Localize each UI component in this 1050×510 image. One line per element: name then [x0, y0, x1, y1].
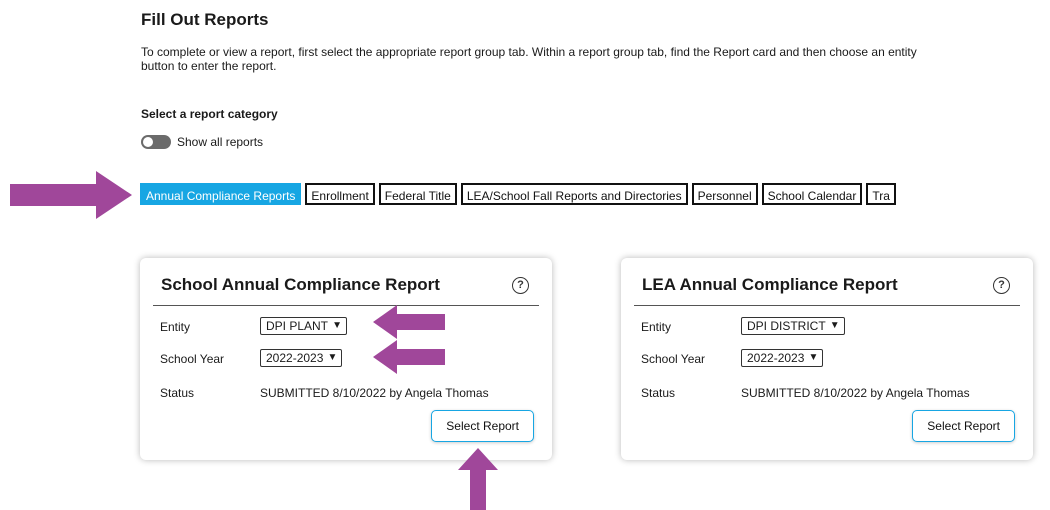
tab-school-calendar[interactable]: School Calendar	[761, 183, 863, 205]
school-year-select[interactable]: 2022-2023 ▼	[260, 349, 343, 367]
question-circle-icon[interactable]: ?	[993, 277, 1010, 294]
show-all-reports-toggle[interactable]	[141, 135, 171, 149]
question-circle-icon[interactable]: ?	[512, 277, 529, 294]
report-category-tabs: Annual Compliance Reports Enrollment Fed…	[140, 183, 896, 205]
tab-enrollment[interactable]: Enrollment	[305, 183, 375, 205]
intro-text: To complete or view a report, first sele…	[141, 45, 1050, 73]
category-label: Select a report category	[141, 107, 278, 121]
toggle-label: Show all reports	[177, 135, 264, 149]
tab-personnel[interactable]: Personnel	[691, 183, 758, 205]
school-annual-compliance-card: School Annual Compliance Report ? Entity…	[140, 258, 552, 460]
intro-line-2: button to enter the report.	[141, 59, 277, 73]
page-title: Fill Out Reports	[141, 10, 269, 29]
status-label: Status	[641, 386, 676, 400]
status-value: SUBMITTED 8/10/2022 by Angela Thomas	[741, 386, 970, 400]
card-header: LEA Annual Compliance Report ?	[634, 258, 1020, 306]
status-value: SUBMITTED 8/10/2022 by Angela Thomas	[260, 386, 489, 400]
entity-value: DPI PLANT	[266, 319, 329, 333]
tab-federal-title[interactable]: Federal Title	[378, 183, 457, 205]
lea-annual-compliance-card: LEA Annual Compliance Report ? Entity DP…	[621, 258, 1033, 460]
school-year-label: School Year	[160, 352, 225, 366]
card-title: School Annual Compliance Report	[161, 275, 440, 294]
toggle-knob	[143, 137, 153, 147]
entity-value: DPI DISTRICT	[747, 319, 826, 333]
arrow-annotation-icon	[458, 448, 498, 510]
tab-lea-school-fall-reports[interactable]: LEA/School Fall Reports and Directories	[460, 183, 688, 205]
show-all-reports-toggle-row: Show all reports	[141, 135, 263, 149]
arrow-annotation-icon	[10, 171, 132, 219]
entity-label: Entity	[641, 320, 672, 334]
school-year-value: 2022-2023	[747, 351, 805, 365]
school-year-label: School Year	[641, 352, 706, 366]
chevron-down-icon: ▼	[829, 320, 840, 331]
school-year-value: 2022-2023	[266, 351, 324, 365]
card-header: School Annual Compliance Report ?	[153, 258, 539, 306]
arrow-annotation-icon	[373, 340, 445, 374]
school-year-select[interactable]: 2022-2023 ▼	[741, 349, 824, 367]
status-label: Status	[160, 386, 195, 400]
select-report-button[interactable]: Select Report	[912, 410, 1015, 442]
intro-line-1: To complete or view a report, first sele…	[141, 45, 917, 59]
entity-select[interactable]: DPI PLANT ▼	[260, 317, 348, 335]
tab-annual-compliance-reports[interactable]: Annual Compliance Reports	[140, 183, 302, 205]
chevron-down-icon: ▼	[327, 352, 338, 363]
arrow-annotation-icon	[373, 305, 445, 339]
card-title: LEA Annual Compliance Report	[642, 275, 898, 294]
select-report-button[interactable]: Select Report	[431, 410, 534, 442]
tab-truncated[interactable]: Tra	[866, 183, 896, 205]
entity-label: Entity	[160, 320, 191, 334]
chevron-down-icon: ▼	[332, 320, 343, 331]
chevron-down-icon: ▼	[808, 352, 819, 363]
entity-select[interactable]: DPI DISTRICT ▼	[741, 317, 845, 335]
